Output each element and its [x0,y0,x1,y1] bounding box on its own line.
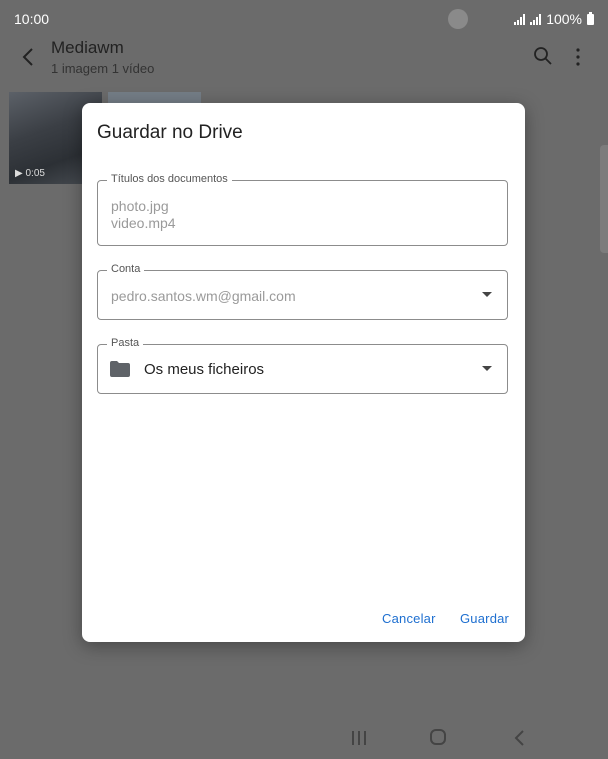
signal-icon [514,13,526,25]
dropdown-arrow-icon[interactable] [482,292,492,297]
status-right: 100% [514,11,594,27]
navigation-bar [0,719,608,759]
account-value: pedro.santos.wm@gmail.com [111,288,296,304]
cancel-button[interactable]: Cancelar [382,611,436,626]
folder-value: Os meus ficheiros [144,361,265,378]
recent-apps-icon[interactable] [351,730,367,746]
documents-label: Títulos dos documentos [107,173,232,185]
more-vert-icon[interactable] [572,46,584,68]
back-arrow-icon[interactable] [18,46,40,68]
page-title: Mediawm [51,38,124,57]
status-time: 10:00 [14,11,50,27]
search-icon[interactable] [533,46,553,66]
front-camera [448,9,468,29]
page-subtitle: 1 imagem 1 vídeo [51,61,155,76]
dialog-title: Guardar no Drive [97,122,243,143]
app-bar: Mediawm 1 imagem 1 vídeo [0,36,608,86]
account-select[interactable]: Conta pedro.santos.wm@gmail.com [97,263,508,320]
battery-icon [587,11,594,25]
folder-select[interactable]: Pasta Os meus ficheiros [97,337,508,394]
scrollbar[interactable] [600,145,608,253]
dropdown-arrow-icon[interactable] [482,366,492,371]
signal-icon-2 [530,13,542,25]
status-bar: 10:00 100% [0,0,608,36]
document-title: photo.jpg [111,198,169,214]
video-duration: ▶ 0:05 [15,168,45,179]
battery-level: 100% [546,11,582,27]
folder-label: Pasta [107,337,144,349]
documents-field[interactable]: Títulos dos documentos photo.jpg video.m… [97,173,508,246]
home-icon[interactable] [430,729,446,745]
play-icon: ▶ [15,168,23,179]
folder-icon [110,361,130,377]
back-icon[interactable] [513,729,525,747]
save-button[interactable]: Guardar [460,611,509,626]
account-label: Conta [107,263,145,275]
document-title: video.mp4 [111,215,176,231]
save-to-drive-dialog: Guardar no Drive Títulos dos documentos … [82,103,525,642]
